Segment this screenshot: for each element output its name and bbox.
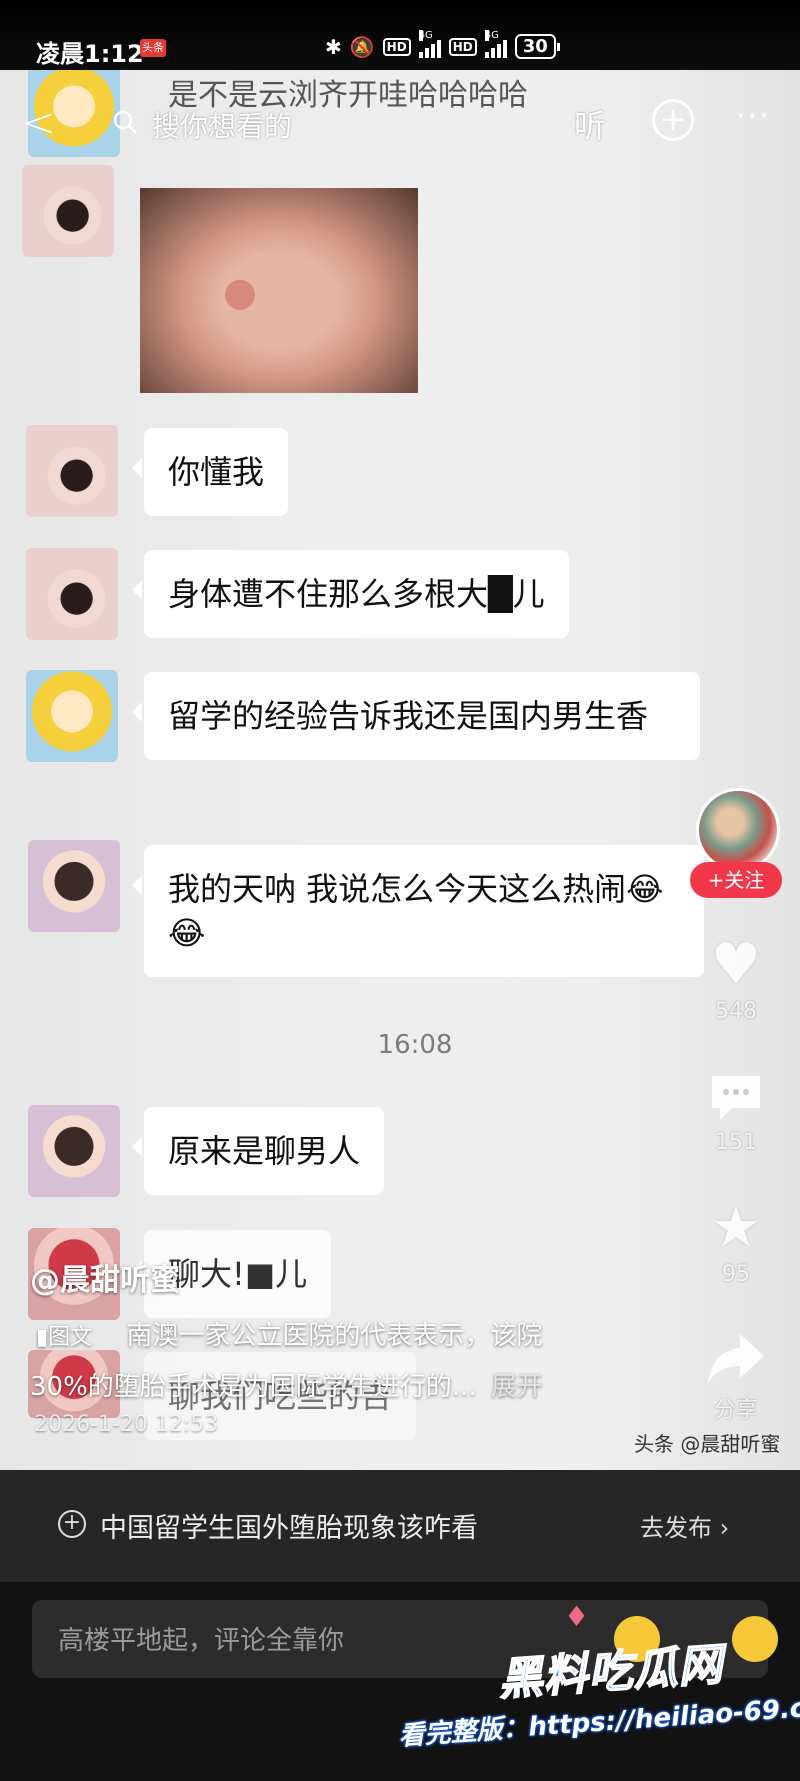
message-bubble: 我的天呐 我说怎么今天这么热闹😂😂	[132, 845, 704, 977]
comment-count: 151	[715, 1130, 757, 1155]
battery-indicator: 30	[514, 34, 560, 59]
app-notification-badge: 头条	[140, 39, 166, 57]
search-input[interactable]: 搜你想看的	[152, 105, 292, 145]
message-bubble: 你懂我	[131, 428, 289, 516]
avatar	[28, 1105, 120, 1197]
search-icon[interactable]	[112, 109, 138, 135]
hd-icon: HD	[382, 37, 411, 56]
post-date: 2026-1-20 12:53	[34, 1412, 219, 1437]
plus-circle-icon: +	[58, 1510, 86, 1538]
heart-eyes-emoji-icon[interactable]	[732, 1616, 778, 1662]
like-button[interactable]: ♥ 548	[686, 932, 786, 1025]
topic-bar[interactable]: + 中国留学生国外堕胎现象该咋看 去发布 ›	[0, 1470, 800, 1582]
bluetooth-icon: ✱	[325, 34, 342, 59]
topic-title: 中国留学生国外堕胎现象该咋看	[100, 1513, 478, 1544]
signal-icon-2: 4G	[484, 29, 507, 58]
favorite-count: 95	[722, 1262, 750, 1287]
comment-icon	[712, 1076, 760, 1120]
post-description: ▮图文 南澳一家公立医院的代表表示，该院	[36, 1315, 542, 1352]
like-count: 548	[715, 999, 757, 1024]
message-bubble: 原来是聊男人	[131, 1107, 385, 1195]
favorite-button[interactable]: ★ 95	[686, 1195, 786, 1288]
avatar	[26, 548, 118, 640]
gift-icon[interactable]: ♦	[564, 1600, 589, 1633]
post-type-tag: ▮图文	[36, 1325, 93, 1350]
signal-icon: 4G	[418, 29, 441, 58]
status-icons: ✱ 🔕 HD 4G HD 4G 30	[325, 29, 560, 59]
star-icon: ★	[710, 1195, 762, 1260]
source-watermark: 头条 @晨甜听蜜	[634, 1432, 781, 1456]
publish-link[interactable]: 去发布 ›	[640, 1508, 729, 1543]
time-divider: 16:08	[377, 1030, 453, 1060]
share-label: 分享	[713, 1398, 758, 1423]
share-button[interactable]: 分享	[686, 1330, 786, 1424]
top-app-bar: < 搜你想看的 听 + ···	[0, 95, 800, 155]
image-message	[140, 188, 418, 393]
comment-button[interactable]: 151	[686, 1070, 786, 1155]
follow-button[interactable]: +关注	[690, 862, 782, 898]
heart-icon: ♥	[710, 932, 762, 997]
share-icon	[708, 1334, 764, 1384]
expand-link[interactable]: 展开	[491, 1372, 543, 1402]
avatar	[28, 840, 120, 932]
author-avatar[interactable]	[696, 788, 780, 872]
post-desc-line1: 南澳一家公立医院的代表表示，该院	[126, 1321, 543, 1351]
message-bubble: 身体遭不住那么多根大█儿	[132, 550, 569, 638]
add-icon[interactable]: +	[652, 99, 694, 141]
avatar	[22, 165, 114, 257]
post-author[interactable]: @晨甜听蜜	[30, 1255, 180, 1299]
back-icon[interactable]: <	[22, 103, 56, 143]
comment-placeholder: 高楼平地起，评论全靠你	[58, 1626, 345, 1656]
post-description-2: 30%的堕胎手术是为国际学生进行的... 展开	[30, 1366, 543, 1403]
avatar	[26, 670, 118, 762]
message-bubble: 留学的经验告诉我还是国内男生香	[132, 672, 700, 760]
more-icon[interactable]: ···	[736, 99, 771, 134]
status-time: 凌晨1:12	[36, 40, 144, 68]
post-desc-line2: 30%的堕胎手术是为国际学生进行的...	[30, 1372, 477, 1402]
listen-button[interactable]: 听	[574, 101, 606, 147]
avatar	[26, 425, 118, 517]
hd-icon-2: HD	[448, 37, 477, 56]
mute-bell-icon: 🔕	[349, 34, 375, 59]
